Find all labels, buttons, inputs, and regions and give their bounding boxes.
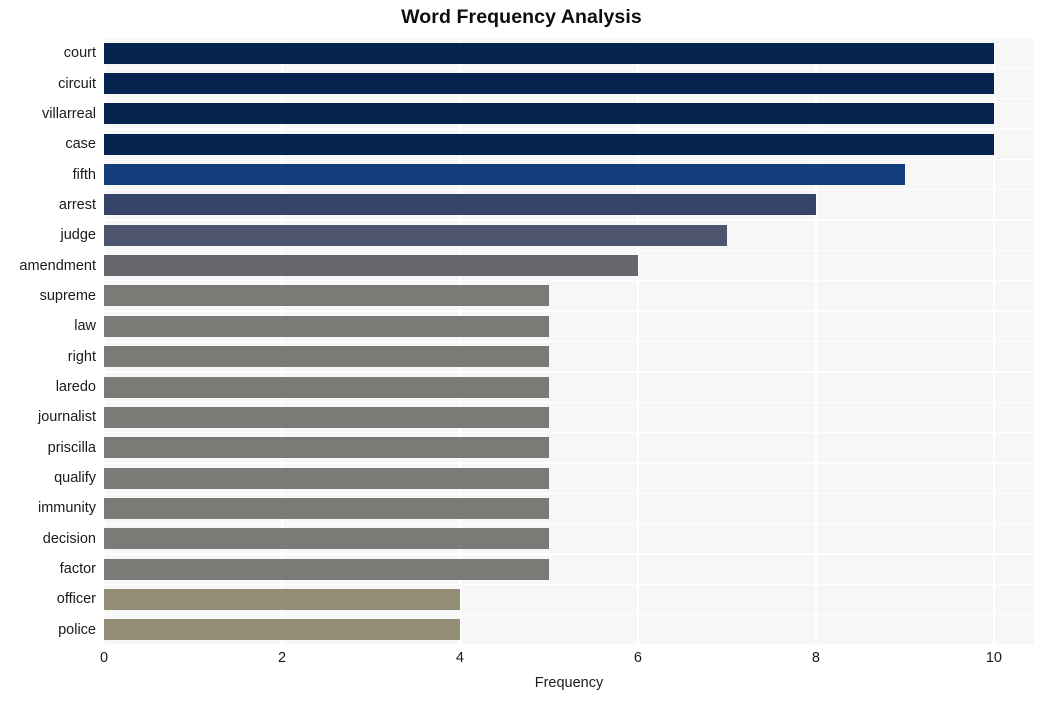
x-tick-label-8: 8 bbox=[811, 650, 820, 666]
y-tick-label-qualify: qualify bbox=[54, 470, 96, 487]
y-tick-label-police: police bbox=[58, 621, 96, 638]
y-tick-label-priscilla: priscilla bbox=[47, 439, 96, 456]
bar-right[interactable] bbox=[104, 346, 549, 368]
y-tick-label-judge: judge bbox=[60, 227, 96, 244]
y-axis-tick-labels: court circuit villarreal case fifth arrest jud… bbox=[0, 38, 96, 645]
y-tick-label-fifth: fifth bbox=[72, 166, 96, 183]
y-tick-label-amendment: amendment bbox=[19, 257, 96, 274]
bar-laredo[interactable] bbox=[104, 376, 549, 398]
y-tick-label-case: case bbox=[65, 136, 96, 153]
x-tick-label-4: 4 bbox=[455, 650, 465, 666]
bar-immunity[interactable] bbox=[104, 497, 549, 519]
bar-row bbox=[104, 463, 1034, 493]
bar-row bbox=[104, 433, 1034, 463]
bar-row bbox=[104, 311, 1034, 341]
y-tick-label-circuit: circuit bbox=[58, 75, 96, 92]
bar-row bbox=[104, 129, 1034, 159]
x-tick-label-2: 2 bbox=[277, 650, 287, 666]
bar-row bbox=[104, 372, 1034, 402]
bar-case[interactable] bbox=[104, 133, 994, 155]
bar-circuit[interactable] bbox=[104, 73, 994, 95]
bar-row bbox=[104, 68, 1034, 98]
y-tick-label-supreme: supreme bbox=[39, 287, 96, 304]
y-tick-label-law: law bbox=[74, 318, 96, 335]
bar-supreme[interactable] bbox=[104, 285, 549, 307]
bar-row bbox=[104, 190, 1034, 220]
x-axis-tick-labels: 0 2 4 6 8 10 bbox=[100, 650, 1034, 672]
bar-row bbox=[104, 402, 1034, 432]
bar-row bbox=[104, 250, 1034, 280]
bar-row bbox=[104, 524, 1034, 554]
bar-judge[interactable] bbox=[104, 224, 727, 246]
x-axis-label: Frequency bbox=[534, 675, 604, 691]
bar-qualify[interactable] bbox=[104, 467, 549, 489]
bar-row bbox=[104, 493, 1034, 523]
bar-row bbox=[104, 615, 1034, 645]
bar-arrest[interactable] bbox=[104, 194, 816, 216]
y-tick-label-right: right bbox=[67, 348, 96, 365]
bar-court[interactable] bbox=[104, 42, 994, 64]
y-tick-label-immunity: immunity bbox=[37, 500, 96, 517]
bar-fifth[interactable] bbox=[104, 164, 905, 186]
bar-journalist[interactable] bbox=[104, 406, 549, 428]
bar-row bbox=[104, 159, 1034, 189]
bar-factor[interactable] bbox=[104, 558, 549, 580]
chart-title: Word Frequency Analysis bbox=[401, 6, 642, 28]
bar-officer[interactable] bbox=[104, 588, 460, 610]
x-tick-label-10: 10 bbox=[985, 650, 1003, 666]
bar-villarreal[interactable] bbox=[104, 103, 994, 125]
x-tick-label-0: 0 bbox=[99, 650, 109, 666]
bar-law[interactable] bbox=[104, 315, 549, 337]
bar-row bbox=[104, 554, 1034, 584]
y-tick-label-decision: decision bbox=[42, 530, 96, 547]
y-tick-label-factor: factor bbox=[59, 561, 96, 578]
bar-priscilla[interactable] bbox=[104, 437, 549, 459]
plot-area bbox=[104, 38, 1034, 645]
bar-row bbox=[104, 281, 1034, 311]
bar-police[interactable] bbox=[104, 619, 460, 641]
bar-amendment[interactable] bbox=[104, 255, 638, 277]
bar-row bbox=[104, 38, 1034, 68]
y-tick-label-arrest: arrest bbox=[58, 196, 96, 213]
x-tick-label-6: 6 bbox=[633, 650, 643, 666]
bar-row bbox=[104, 99, 1034, 129]
y-gridline bbox=[104, 644, 1034, 645]
bar-row bbox=[104, 342, 1034, 372]
y-tick-label-court: court bbox=[63, 45, 96, 62]
y-tick-label-villarreal: villarreal bbox=[42, 105, 96, 122]
bar-row bbox=[104, 584, 1034, 614]
bar-decision[interactable] bbox=[104, 528, 549, 550]
chart-figure: Word Frequency Analysis court circuit vill… bbox=[0, 0, 1043, 701]
y-tick-label-journalist: journalist bbox=[37, 409, 96, 426]
bar-row bbox=[104, 220, 1034, 250]
y-tick-label-laredo: laredo bbox=[55, 379, 96, 396]
y-tick-label-officer: officer bbox=[56, 591, 96, 608]
